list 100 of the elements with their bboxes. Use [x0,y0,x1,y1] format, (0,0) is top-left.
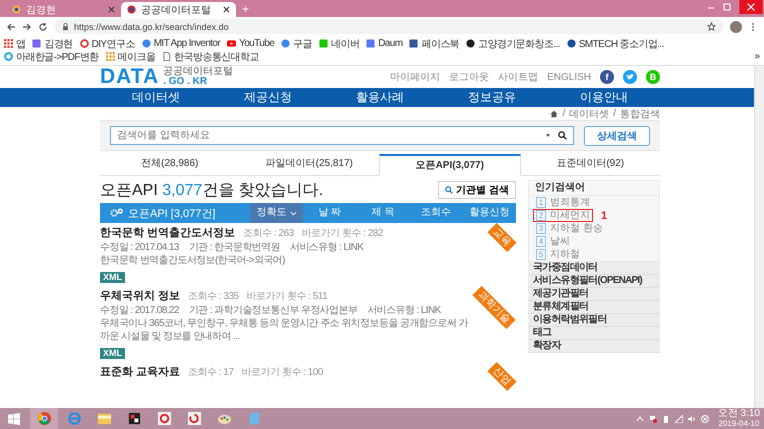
app-icon [66,411,82,426]
filter-section[interactable]: 태그 [528,327,660,340]
modified-date: 수정일 : 2017.04.13 [100,241,179,254]
bookmark[interactable]: 네이버 [318,37,360,50]
bookmark[interactable]: YouTube [227,37,274,50]
nav-menu-item[interactable]: 데이터셋 [132,89,180,106]
windows-start-icon[interactable] [8,412,20,424]
search-icon [445,186,454,194]
site-domain: . GO . KR [163,77,208,87]
breadcrumb-link[interactable]: 데이터셋 [569,106,610,120]
bookmark[interactable]: DIY연구소 [80,37,135,50]
result-description: 우체국이나 365코너, 무인창구, 우체통 등의 운영시간 주소 위치정보등을 공개함으로써 가까운 시설물 및 정보를 안내하여 ... [100,317,470,343]
volume-icon[interactable] [688,414,696,422]
click-count: 바로가기 횟수 : 511 [246,290,328,303]
breadcrumb-link[interactable]: 통합검색 [620,106,660,120]
advanced-search-button[interactable]: 상세검색 [584,126,650,146]
globe-icon [12,5,21,14]
result-tab[interactable]: 표준데이터(92) [520,154,660,173]
avatar-icon[interactable] [730,20,742,32]
view-count: 조회수 : 263 [243,227,294,240]
filter-section[interactable]: 서비스유형필터(OPENAPI) [528,275,660,288]
sort-option[interactable]: 정확도 [250,203,304,223]
caret-icon [290,210,297,216]
result-title-link[interactable]: 한국문학 번역출간도서정보 [100,225,236,240]
result-tab[interactable]: 오픈API(3,077) [379,154,520,176]
bookmark[interactable]: 메이크올 [106,50,156,63]
view-count: 조회수 : 17 [188,366,234,379]
search-icon[interactable] [558,131,567,140]
bookmark[interactable]: MIT App Inventor [142,37,220,50]
top-link[interactable]: 사이트맵 [498,70,538,84]
nav-menu-item[interactable]: 이용안내 [580,89,628,106]
lock-icon [62,22,69,30]
top-link[interactable]: ENGLISH [547,72,591,82]
filter-section[interactable]: 국가중점데이터 [528,262,660,275]
modified-date: 수정일 : 2017.08.22 [100,304,179,317]
scrollbar[interactable] [754,66,764,408]
result-description: 한국문학 번역출간도서정보(한국어->외국어) [100,254,286,267]
bookmark[interactable]: 구글 [281,37,312,50]
caret-icon[interactable] [546,134,550,137]
breadcrumb-separator: / [562,108,566,119]
forward-icon[interactable] [22,22,32,32]
star-icon[interactable] [707,22,716,31]
more-bookmarks-button[interactable]: » [754,51,760,62]
top-link[interactable]: 로그아웃 [449,70,490,84]
bookmark[interactable]: 김경현 [32,37,73,50]
annotation-number: 1 [601,210,608,222]
category-ribbon: 교육 [487,223,516,252]
site-logo[interactable]: DATA [100,66,160,89]
bookmark[interactable]: 고양경기문화창조... [466,37,560,50]
nav-menu-item[interactable]: 정보공유 [468,89,516,106]
bookmark[interactable]: 앱 [4,37,26,50]
bookmark[interactable]: 아래한글->PDF변환 [4,50,99,63]
filter-section[interactable]: 제공기관필터 [528,288,660,301]
flag-icon[interactable] [648,414,657,422]
bookmark[interactable]: SMTECH 중소기업... [566,37,664,50]
format-tag: XML [100,348,125,359]
filter-section[interactable]: 분류체계필터 [528,301,660,314]
view-count: 조회수 : 335 [188,290,239,303]
signal-icon[interactable] [674,414,683,422]
nav-menu-item[interactable]: 제공신청 [244,89,292,106]
result-count-heading: 오픈API 3,077건을 찾았습니다. [100,180,324,200]
back-icon[interactable] [6,22,16,32]
result-tab[interactable]: 전체(28,986) [100,154,240,173]
service-type: 서비스유형 : LINK [367,304,441,317]
facebook-button[interactable]: f [600,70,614,84]
home-icon[interactable] [550,110,558,118]
filter-section[interactable]: 이용허락범위필터 [528,314,660,327]
address-bar[interactable]: https://www.data.go.kr/search/index.do [54,19,724,34]
nav-menu-item[interactable]: 활용사례 [356,89,404,106]
twitter-button[interactable] [623,70,637,84]
reload-icon[interactable] [38,22,48,32]
app-icon [36,411,52,426]
result-title-link[interactable]: 표준화 교육자료 [100,364,180,379]
format-tag: XML [100,272,125,283]
folder-icon [96,411,112,426]
show-hidden-icons-icon[interactable] [636,414,644,422]
app-icon [126,411,142,426]
app-icon [186,411,202,426]
result-title-link[interactable]: 우체국위치 정보 [100,288,180,303]
organization: 기관 : 과학기술정보통신부 우정사업본부 [188,304,358,317]
popular-searches-heading: 인기검색어 [529,181,659,196]
gears-icon [110,208,123,218]
bookmark[interactable]: 한국방송통신대학교 [162,50,259,63]
org-search-button[interactable]: 기관별 검색 [438,181,516,199]
result-tab[interactable]: 파일데이터(25,817) [240,154,379,173]
top-link[interactable]: 마이페이지 [390,70,440,84]
browser-tab[interactable]: 공공데이터포털 [121,2,236,17]
bookmark[interactable]: 페이스북 [409,37,460,50]
site-name: 공공데이터포털 [163,67,234,77]
search-field[interactable]: 검색어를 입력하세요 [110,126,574,145]
close-circle-icon[interactable] [700,414,709,422]
breadcrumb-separator: / [613,108,616,119]
close-icon[interactable] [223,6,230,13]
click-count: 바로가기 횟수 : 100 [242,366,323,379]
app-icon [156,411,172,426]
organization: 기관 : 한국문학번역원 [188,241,280,254]
maximize-icon[interactable] [722,2,732,12]
service-type: 서비스유형 : LINK [290,241,364,254]
bookmark[interactable]: Daum [366,37,402,50]
filter-section[interactable]: 확장자 [528,340,660,353]
